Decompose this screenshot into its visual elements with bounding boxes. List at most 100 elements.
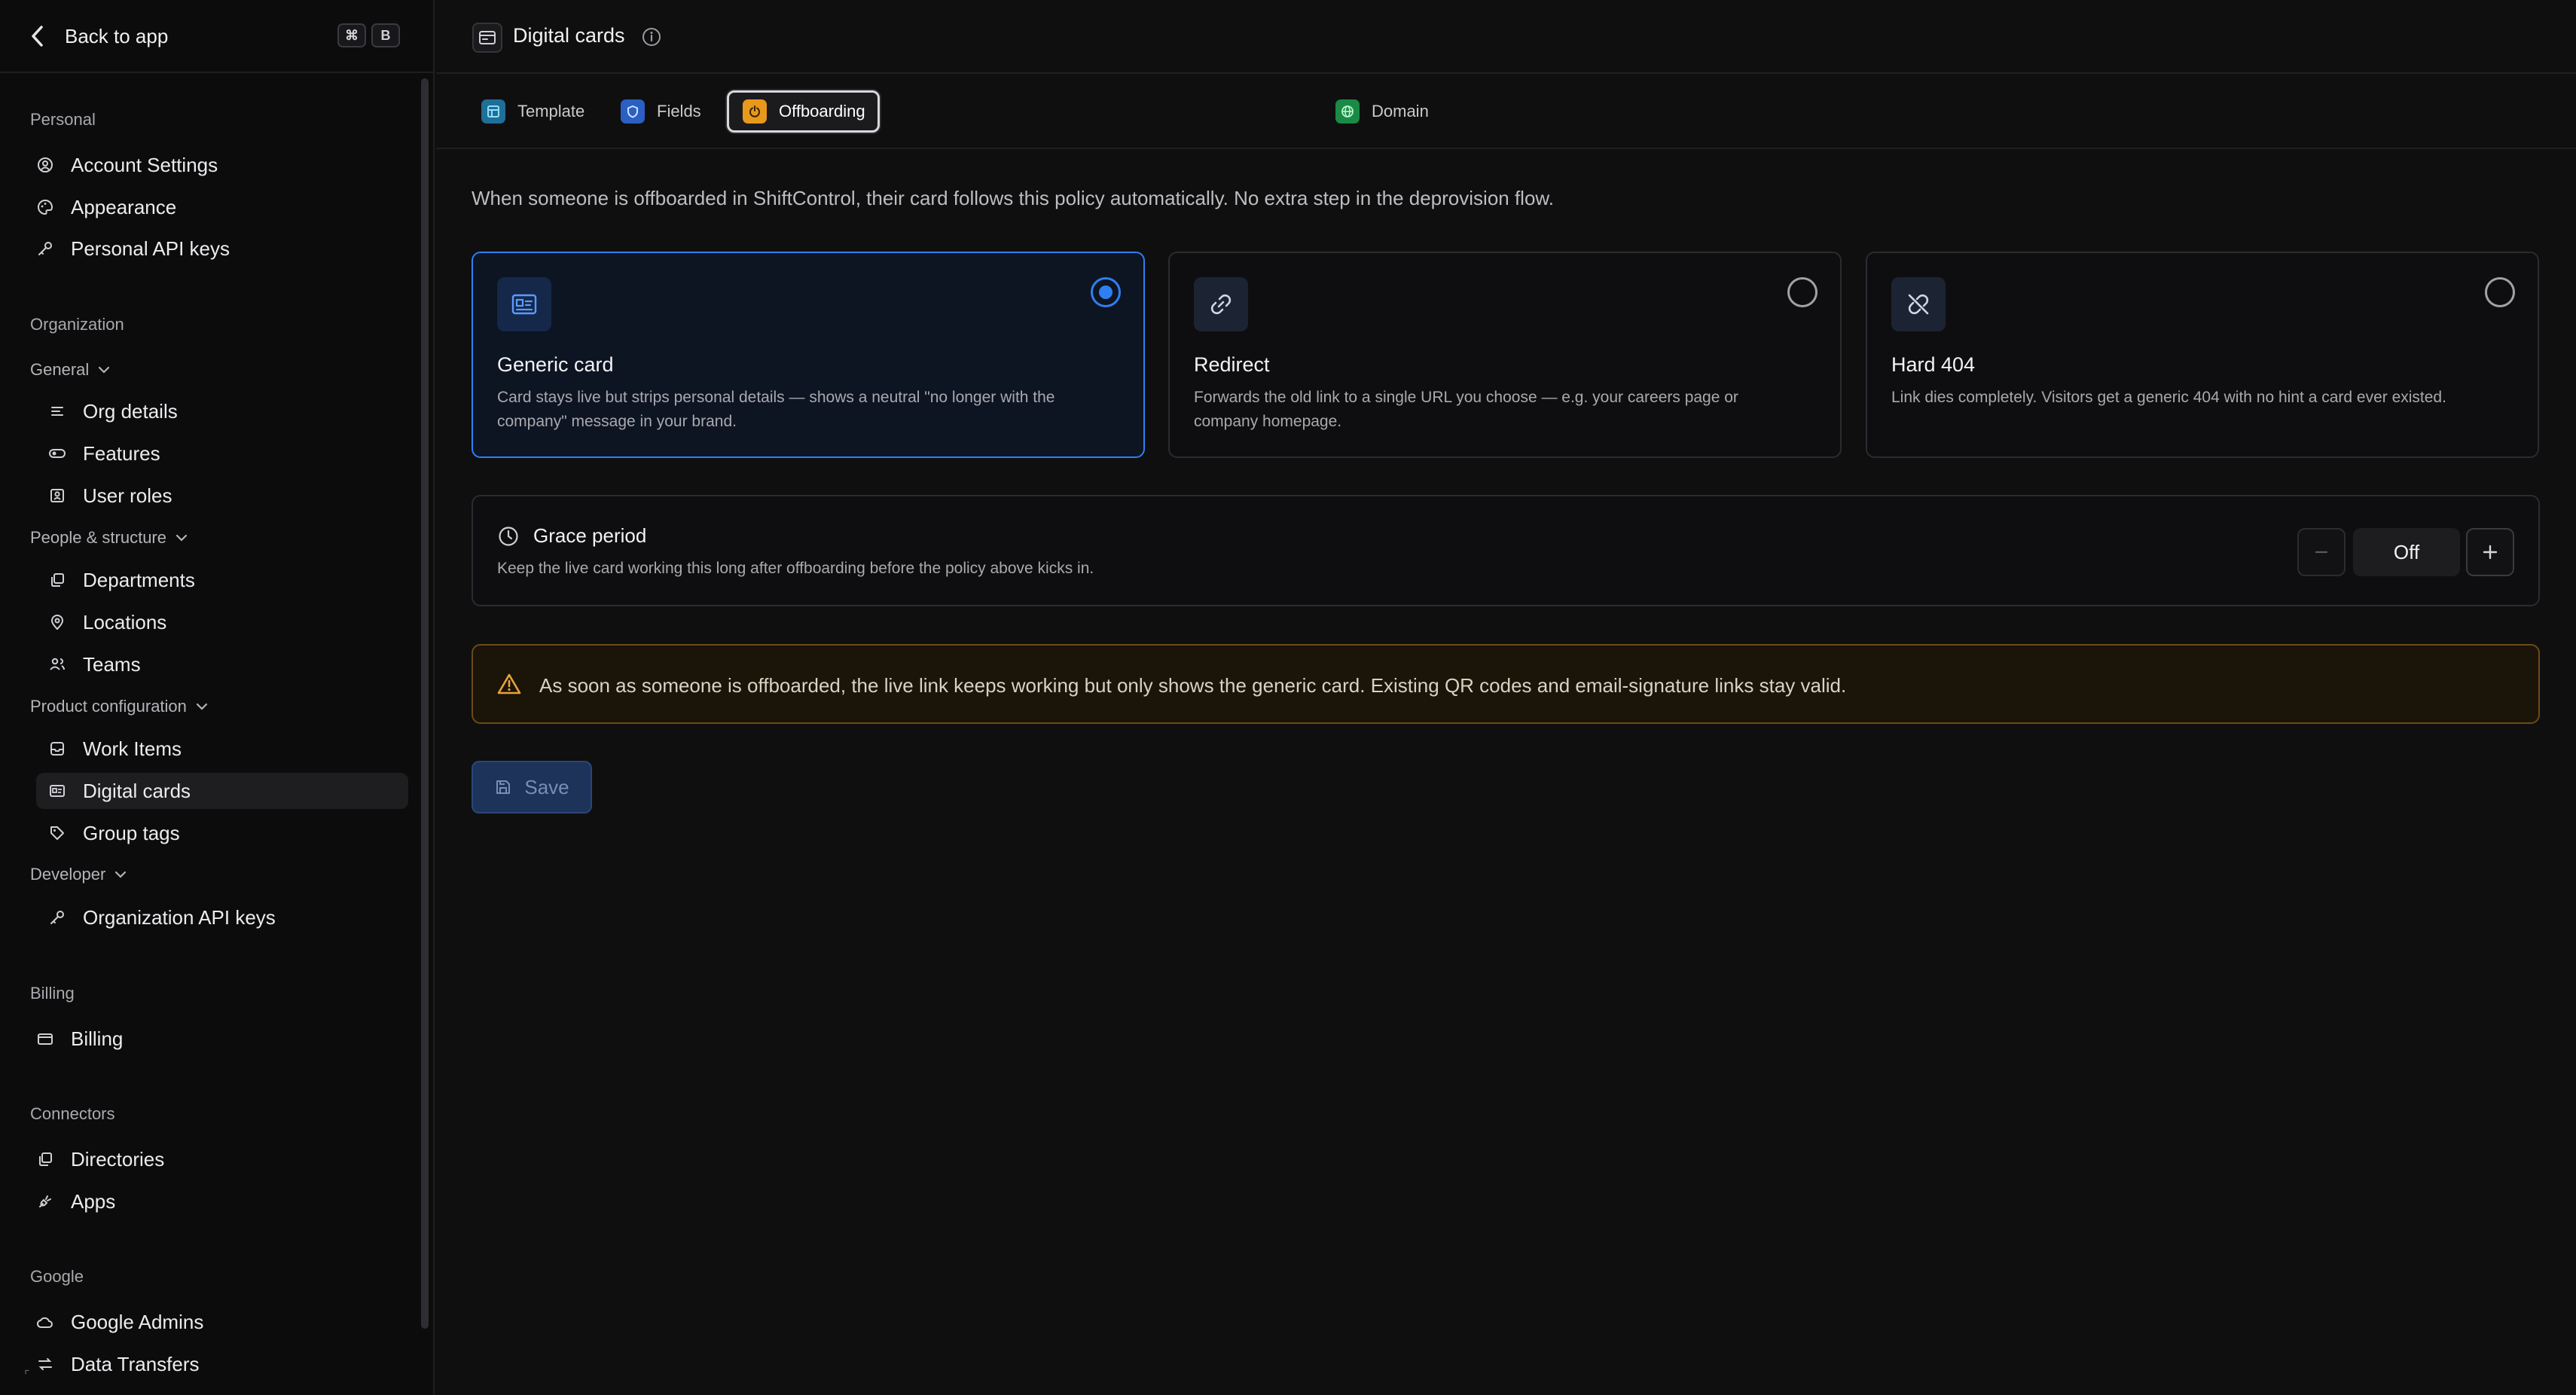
sidebar-scrollbar[interactable] — [421, 78, 429, 1329]
grace-period-panel: Grace period Keep the live card working … — [472, 495, 2540, 606]
id-card-icon — [472, 23, 502, 53]
toggle-icon — [48, 444, 66, 462]
broken-link-icon — [1891, 277, 1946, 331]
info-icon[interactable] — [641, 26, 662, 47]
tab-fields[interactable]: Fields — [607, 92, 713, 131]
group-developer-toggle[interactable]: Developer — [30, 865, 127, 884]
sidebar-item-label: Locations — [83, 610, 167, 633]
group-general-toggle[interactable]: General — [30, 360, 110, 380]
tab-label: Template — [517, 102, 585, 121]
sidebar-item-label: Org details — [83, 399, 178, 423]
tab-template[interactable]: Template — [468, 92, 597, 131]
resize-grip-icon: ⌜ — [24, 1369, 30, 1382]
sidebar-item-billing[interactable]: Billing — [36, 1021, 413, 1057]
shortcut-cmd-key: ⌘ — [337, 23, 366, 47]
grace-decrease-button[interactable] — [2297, 528, 2346, 576]
map-pin-icon — [48, 613, 66, 631]
key-icon — [36, 240, 54, 258]
user-circle-icon — [36, 156, 54, 174]
option-redirect[interactable]: Redirect Forwards the old link to a sing… — [1168, 252, 1842, 458]
sidebar-item-directories[interactable]: Directories — [36, 1141, 413, 1177]
option-title: Generic card — [497, 353, 614, 376]
users-icon — [48, 655, 66, 673]
sidebar-item-org-details[interactable]: Org details — [36, 393, 408, 429]
chevron-down-icon — [175, 533, 188, 542]
tab-offboarding[interactable]: Offboarding — [727, 90, 880, 133]
save-button[interactable]: Save — [472, 761, 592, 813]
globe-icon — [1335, 99, 1360, 124]
sidebar-item-locations[interactable]: Locations — [36, 604, 408, 640]
plug-icon — [36, 1192, 54, 1210]
option-hard-404[interactable]: Hard 404 Link dies completely. Visitors … — [1866, 252, 2539, 458]
sidebar-item-google-admins[interactable]: Google Admins — [36, 1304, 413, 1340]
sidebar-item-apps[interactable]: Apps — [36, 1183, 413, 1219]
transfer-icon — [36, 1355, 54, 1373]
cloud-icon — [36, 1313, 54, 1331]
inbox-icon — [48, 740, 66, 758]
sidebar-item-label: Organization API keys — [83, 905, 276, 929]
sidebar-item-teams[interactable]: Teams — [36, 646, 408, 682]
sidebar-item-label: Apps — [71, 1189, 116, 1213]
grace-period-description: Keep the live card working this long aft… — [497, 560, 1094, 577]
page-header: Digital cards — [436, 0, 2576, 74]
link-icon — [1194, 277, 1248, 331]
section-google: Google — [30, 1267, 84, 1286]
alert-message: As soon as someone is offboarded, the li… — [539, 674, 1847, 697]
sidebar-item-group-tags[interactable]: Group tags — [36, 815, 408, 851]
user-square-icon — [48, 487, 66, 505]
grace-increase-button[interactable] — [2466, 528, 2514, 576]
plus-icon — [2481, 543, 2499, 561]
sidebar-item-personal-api-keys[interactable]: Personal API keys — [36, 230, 413, 267]
option-title: Redirect — [1194, 353, 1270, 376]
section-billing: Billing — [30, 984, 75, 1003]
option-title: Hard 404 — [1891, 353, 1976, 376]
sidebar-item-org-api-keys[interactable]: Organization API keys — [36, 899, 408, 936]
group-developer-label: Developer — [30, 865, 106, 884]
sidebar-item-label: Features — [83, 441, 160, 465]
sidebar-item-label: Google Admins — [71, 1310, 204, 1333]
grace-period-value[interactable]: Off — [2353, 528, 2460, 576]
option-generic-card[interactable]: Generic card Card stays live but strips … — [472, 252, 1145, 458]
sidebar-item-label: Appearance — [71, 195, 177, 218]
group-people-toggle[interactable]: People & structure — [30, 528, 188, 548]
chevron-down-icon — [114, 870, 127, 879]
group-people-label: People & structure — [30, 528, 166, 547]
sidebar-item-label: Personal API keys — [71, 237, 230, 260]
key-icon — [48, 908, 66, 926]
chevron-down-icon — [98, 365, 110, 374]
tab-domain[interactable]: Domain — [1322, 92, 1441, 131]
page-title: Digital cards — [513, 24, 625, 47]
back-to-app-label: Back to app — [65, 24, 169, 47]
sidebar-item-features[interactable]: Features — [36, 435, 408, 472]
sidebar-item-user-roles[interactable]: User roles — [36, 478, 408, 514]
section-organization: Organization — [30, 315, 124, 334]
group-product-label: Product configuration — [30, 697, 187, 716]
power-icon — [743, 99, 767, 124]
sidebar-item-departments[interactable]: Departments — [36, 562, 408, 598]
layers-icon — [48, 571, 66, 589]
back-row: Back to app ⌘ B — [0, 0, 433, 73]
option-description: Link dies completely. Visitors get a gen… — [1891, 389, 2446, 406]
back-to-app-button[interactable]: Back to app — [30, 21, 168, 51]
text-lines-icon — [48, 402, 66, 420]
warning-icon — [497, 673, 521, 695]
radio-generic-card[interactable] — [1091, 277, 1121, 307]
tab-label: Offboarding — [779, 102, 865, 121]
clock-icon — [497, 525, 520, 548]
group-product-toggle[interactable]: Product configuration — [30, 697, 208, 716]
sidebar-item-work-items[interactable]: Work Items — [36, 731, 408, 767]
option-description: Card stays live but strips personal deta… — [497, 389, 1055, 430]
layers-icon — [36, 1150, 54, 1168]
chevron-down-icon — [196, 702, 208, 711]
radio-redirect[interactable] — [1787, 277, 1818, 307]
sidebar-item-label: Billing — [71, 1027, 124, 1050]
sidebar-item-appearance[interactable]: Appearance — [36, 189, 413, 225]
sidebar-item-label: Work Items — [83, 737, 182, 760]
radio-hard-404[interactable] — [2485, 277, 2515, 307]
sidebar-item-label: User roles — [83, 484, 172, 507]
sidebar-item-digital-cards[interactable]: Digital cards — [36, 773, 408, 809]
id-card-icon — [497, 277, 551, 331]
template-icon — [481, 99, 505, 124]
sidebar-item-data-transfers[interactable]: Data Transfers — [36, 1346, 413, 1382]
sidebar-item-account-settings[interactable]: Account Settings — [36, 147, 413, 183]
